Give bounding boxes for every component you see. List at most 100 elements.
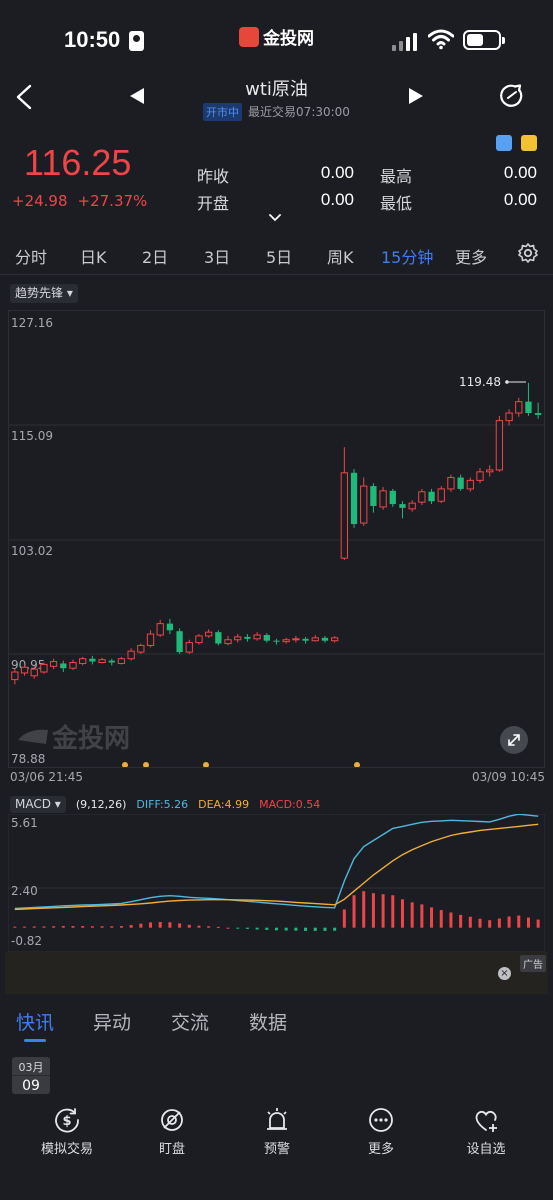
low-label: 最低 xyxy=(380,194,413,213)
clock-badge-icon[interactable] xyxy=(496,135,512,151)
macd-bar xyxy=(459,914,463,928)
date-chip: 03月 09 xyxy=(12,1057,50,1094)
macd-bar xyxy=(352,895,356,928)
macd-bar xyxy=(362,891,366,928)
macd-select[interactable]: MACD ▾ xyxy=(10,796,66,813)
macd-bar xyxy=(468,916,472,928)
wifi-icon xyxy=(428,29,454,50)
last-trade-time: 最近交易07:30:00 xyxy=(248,105,350,119)
macd-bar xyxy=(342,909,346,928)
change-percent: +27.37% xyxy=(77,192,148,210)
news-tabs: 快讯 异动 交流 数据 xyxy=(0,994,553,1044)
change-value: +24.98 xyxy=(12,192,68,210)
period-tabs: 分时 日K 2日 3日 5日 周K 15分钟 更多 xyxy=(0,230,553,275)
alarm-icon xyxy=(267,1108,287,1130)
macd-select-label: MACD xyxy=(15,797,51,811)
x-end-label: 03/09 10:45 xyxy=(472,770,545,784)
macd-diff-line xyxy=(14,813,539,910)
ad-close-icon[interactable]: × xyxy=(498,967,511,980)
alert-button[interactable]: 预警 xyxy=(232,1106,322,1157)
tab-2day[interactable]: 2日 xyxy=(142,244,168,268)
more-label: 更多 xyxy=(367,1142,394,1157)
expand-chevron-icon[interactable] xyxy=(269,211,281,223)
high-label: 最高 xyxy=(380,167,413,186)
indicator-select-label: 趋势先锋 xyxy=(15,286,64,300)
candlestick-chart[interactable]: 金投网 127.16 115.09 103.02 90.95 78.88 119… xyxy=(8,310,545,768)
watch-button[interactable]: 盯盘 xyxy=(127,1106,217,1157)
macd-dea-label: DEA:4.99 xyxy=(198,798,250,811)
macd-bar xyxy=(420,904,424,928)
simulated-trade-button[interactable]: $ 模拟交易 xyxy=(22,1106,112,1157)
macd-bar xyxy=(81,926,85,928)
tab-more[interactable]: 更多 xyxy=(455,244,487,268)
macd-bar xyxy=(119,926,123,928)
add-favorite-label: 设自选 xyxy=(466,1142,506,1157)
tab-3day[interactable]: 3日 xyxy=(204,244,230,268)
macd-params: (9,12,26) xyxy=(75,798,127,811)
high-value: 0.00 xyxy=(503,163,537,182)
nav-bar: wti原油 开市中 最近交易07:30:00 xyxy=(0,72,553,127)
open-label: 开盘 xyxy=(197,194,230,213)
macd-bar xyxy=(400,899,404,928)
indicator-select[interactable]: 趋势先锋 ▾ xyxy=(10,284,78,303)
macd-bar xyxy=(245,927,249,929)
tab-flash-news[interactable]: 快讯 xyxy=(16,1008,54,1035)
more-button[interactable]: 更多 xyxy=(336,1106,426,1157)
refresh-icon[interactable] xyxy=(498,82,526,110)
tab-intraday[interactable]: 分时 xyxy=(15,244,47,268)
macd-bar xyxy=(52,926,56,928)
tab-5day[interactable]: 5日 xyxy=(266,244,292,268)
macd-bar xyxy=(32,926,36,928)
macd-bar xyxy=(381,894,385,928)
macd-bar xyxy=(100,926,104,928)
add-favorite-button[interactable]: 设自选 xyxy=(441,1106,531,1157)
prev-close-value: 0.00 xyxy=(320,163,354,182)
macd-bar xyxy=(478,918,482,928)
current-price: 116.25 xyxy=(24,142,132,183)
tab-movement[interactable]: 异动 xyxy=(93,1008,131,1035)
status-time: 10:50 xyxy=(64,27,121,52)
note-badge-icon[interactable] xyxy=(521,135,537,151)
macd-bar xyxy=(71,926,75,928)
macd-bar xyxy=(236,927,240,929)
macd-bar xyxy=(284,927,288,931)
date-chip-day: 09 xyxy=(22,1078,40,1094)
macd-bar xyxy=(158,922,162,928)
macd-bar xyxy=(197,925,201,928)
macd-bar xyxy=(294,927,298,931)
tab-15min[interactable]: 15分钟 xyxy=(381,244,433,268)
macd-bar xyxy=(430,907,434,928)
tab-weekly[interactable]: 周K xyxy=(327,244,354,268)
alert-label: 预警 xyxy=(263,1142,290,1157)
ad-banner[interactable]: 广告 × xyxy=(5,952,548,994)
macd-bar xyxy=(90,926,94,928)
macd-bar xyxy=(23,926,27,928)
tab-discussion[interactable]: 交流 xyxy=(171,1008,209,1035)
macd-header: MACD ▾ (9,12,26) DIFF:5.26 DEA:4.99 MACD… xyxy=(10,796,320,813)
settings-gear-icon[interactable] xyxy=(517,242,539,264)
macd-chart[interactable]: 5.61 2.40 -0.82 xyxy=(7,813,546,953)
tab-daily[interactable]: 日K xyxy=(80,244,107,268)
status-bar: 10:50 金投网 xyxy=(0,0,553,80)
macd-bar xyxy=(178,923,182,928)
logo-text: 金投网 xyxy=(263,29,314,49)
active-tab-underline xyxy=(24,1039,46,1042)
macd-bar xyxy=(110,926,114,928)
tab-data[interactable]: 数据 xyxy=(249,1008,287,1035)
battery-icon xyxy=(463,30,505,50)
macd-bar xyxy=(255,927,259,930)
macd-bar xyxy=(226,927,230,929)
heart-plus-icon xyxy=(475,1110,497,1132)
macd-y-tick: 2.40 xyxy=(11,884,38,898)
low-value: 0.00 xyxy=(503,190,537,209)
macd-bar xyxy=(13,926,17,928)
macd-bar xyxy=(139,923,143,928)
fullscreen-button[interactable] xyxy=(500,726,528,754)
macd-bar xyxy=(275,927,278,931)
market-status-line: 开市中 最近交易07:30:00 xyxy=(0,103,553,121)
macd-bar xyxy=(129,925,133,928)
contact-card-icon xyxy=(129,31,144,51)
next-instrument-icon[interactable] xyxy=(409,88,423,104)
cell-signal-icon xyxy=(392,31,417,51)
macd-bar xyxy=(149,922,153,928)
